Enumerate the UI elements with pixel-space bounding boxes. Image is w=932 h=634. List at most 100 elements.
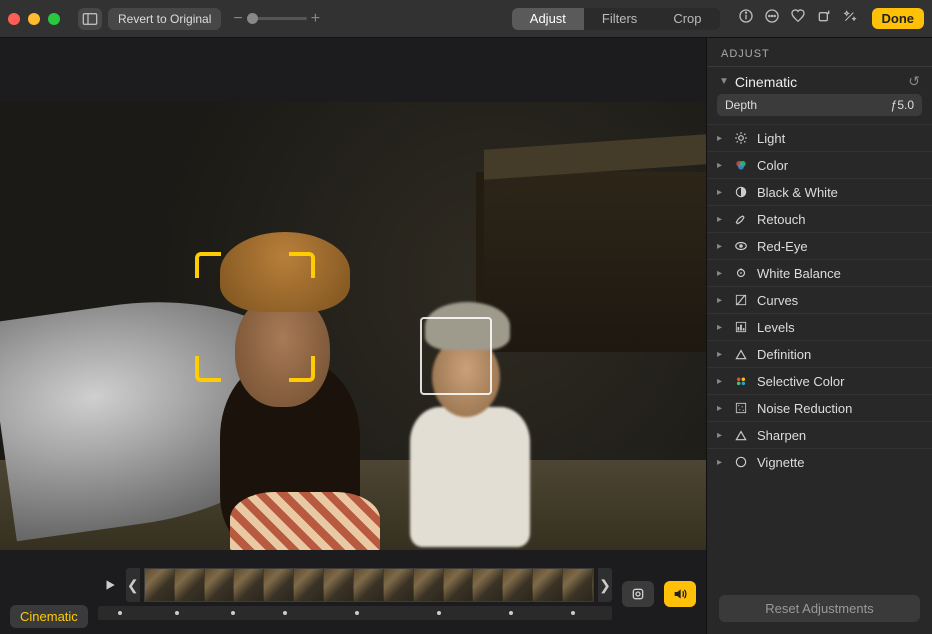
tab-filters[interactable]: Filters <box>584 8 655 30</box>
speaker-icon <box>672 586 688 602</box>
filmstrip[interactable] <box>144 568 594 602</box>
cinematic-section-header[interactable]: ▼ Cinematic ↺ <box>707 67 932 94</box>
rotate-button[interactable] <box>816 8 832 29</box>
mode-tabs: Adjust Filters Crop <box>512 8 720 30</box>
auto-enhance-button[interactable] <box>842 8 858 29</box>
adjustment-row-red-eye[interactable]: ▸ Red-Eye <box>707 232 932 259</box>
foreground-subject <box>180 232 380 550</box>
wand-icon <box>842 8 858 24</box>
revert-button[interactable]: Revert to Original <box>108 8 221 30</box>
trim-start-handle[interactable]: ❮ <box>126 568 140 602</box>
zoom-control[interactable]: − + <box>233 10 320 28</box>
background-subject <box>400 302 540 542</box>
cinematic-label: Cinematic <box>735 74 797 90</box>
adjustment-row-sharpen[interactable]: ▸Sharpen <box>707 421 932 448</box>
depth-row[interactable]: Depth ƒ5.0 <box>717 94 922 116</box>
info-icon <box>738 8 754 24</box>
adjustment-label: Light <box>757 131 785 146</box>
vignette-icon <box>733 454 749 470</box>
trim-end-handle[interactable]: ❯ <box>598 568 612 602</box>
adjustment-label: Red-Eye <box>757 239 808 254</box>
adjustment-label: Sharpen <box>757 428 806 443</box>
play-button[interactable] <box>98 578 122 592</box>
adjustment-label: Retouch <box>757 212 805 227</box>
chevron-right-icon: ▸ <box>717 214 725 225</box>
adjust-sidebar: ADJUST ▼ Cinematic ↺ Depth ƒ5.0 ▸Light▸C… <box>706 38 932 634</box>
noise-reduction-icon <box>733 400 749 416</box>
bottom-bar: Cinematic ❮ ❯ <box>0 554 706 634</box>
red-eye-icon <box>733 238 749 254</box>
adjustment-row-vignette[interactable]: ▸Vignette <box>707 448 932 475</box>
adjustment-label: Curves <box>757 293 798 308</box>
adjustment-row-black-white[interactable]: ▸ Black & White <box>707 178 932 205</box>
definition-icon <box>733 346 749 362</box>
adjustment-row-levels[interactable]: ▸Levels <box>707 313 932 340</box>
adjustment-label: Color <box>757 158 788 173</box>
chevron-right-icon: ▸ <box>717 295 725 306</box>
light-icon <box>733 130 749 146</box>
retouch-icon <box>733 211 749 227</box>
adjustment-row-light[interactable]: ▸Light <box>707 124 932 151</box>
adjustment-row-selective-color[interactable]: ▸Selective Color <box>707 367 932 394</box>
rotate-icon <box>816 8 832 24</box>
mute-button[interactable] <box>664 581 696 607</box>
main-area: Cinematic ❮ ❯ <box>0 38 932 634</box>
adjustment-row-white-balance[interactable]: ▸ White Balance <box>707 259 932 286</box>
chevron-right-icon: ▸ <box>717 187 725 198</box>
zoom-out-icon: − <box>233 10 242 28</box>
favorite-button[interactable] <box>790 8 806 29</box>
adjustment-label: Black & White <box>757 185 838 200</box>
zoom-slider[interactable] <box>247 17 307 20</box>
adjustment-row-noise-reduction[interactable]: ▸ Noise Reduction <box>707 394 932 421</box>
chevron-right-icon: ▸ <box>717 457 725 468</box>
focus-lock-button[interactable] <box>622 581 654 607</box>
timeline: ❮ ❯ <box>98 568 612 620</box>
sidebar-title: ADJUST <box>707 38 932 67</box>
chevron-right-icon: ▸ <box>717 268 725 279</box>
tab-adjust[interactable]: Adjust <box>512 8 584 30</box>
white-balance-icon <box>733 265 749 281</box>
chevron-right-icon: ▸ <box>717 160 725 171</box>
sidebar-icon <box>82 11 98 27</box>
info-button[interactable] <box>738 8 754 29</box>
undo-cinematic-button[interactable]: ↺ <box>908 73 920 90</box>
depth-value: ƒ5.0 <box>891 98 914 112</box>
adjustment-row-curves[interactable]: ▸ Curves <box>707 286 932 313</box>
heart-icon <box>790 8 806 24</box>
adjustment-label: Noise Reduction <box>757 401 852 416</box>
top-toolbar: Revert to Original − + Adjust Filters Cr… <box>0 0 932 38</box>
sidebar-toggle-button[interactable] <box>78 8 102 30</box>
bottom-right-controls <box>622 581 696 607</box>
keyframe-track[interactable] <box>98 606 612 620</box>
adjustment-label: White Balance <box>757 266 841 281</box>
black-white-icon <box>733 184 749 200</box>
window-controls <box>8 13 60 25</box>
minimize-window-button[interactable] <box>28 13 40 25</box>
chevron-right-icon: ▸ <box>717 322 725 333</box>
chevron-right-icon: ▸ <box>717 241 725 252</box>
adjustment-row-retouch[interactable]: ▸ Retouch <box>707 205 932 232</box>
adjustment-row-definition[interactable]: ▸Definition <box>707 340 932 367</box>
reset-adjustments-button[interactable]: Reset Adjustments <box>719 595 920 622</box>
tab-crop[interactable]: Crop <box>655 8 719 30</box>
selective-color-icon <box>733 373 749 389</box>
canvas-area: Cinematic ❮ ❯ <box>0 38 706 634</box>
cinematic-mode-button[interactable]: Cinematic <box>10 605 88 628</box>
chevron-down-icon: ▼ <box>719 76 729 87</box>
color-icon <box>733 157 749 173</box>
sharpen-icon <box>733 427 749 443</box>
fullscreen-window-button[interactable] <box>48 13 60 25</box>
zoom-thumb[interactable] <box>247 13 258 24</box>
adjustment-label: Definition <box>757 347 811 362</box>
adjustment-label: Selective Color <box>757 374 844 389</box>
adjustment-row-color[interactable]: ▸ Color <box>707 151 932 178</box>
focus-target-icon <box>630 586 646 602</box>
photo-viewer[interactable] <box>0 62 706 550</box>
zoom-in-icon: + <box>311 10 320 28</box>
close-window-button[interactable] <box>8 13 20 25</box>
done-button[interactable]: Done <box>872 8 925 29</box>
depth-label: Depth <box>725 98 757 112</box>
curves-icon <box>733 292 749 308</box>
chevron-right-icon: ▸ <box>717 403 725 414</box>
more-button[interactable] <box>764 8 780 29</box>
